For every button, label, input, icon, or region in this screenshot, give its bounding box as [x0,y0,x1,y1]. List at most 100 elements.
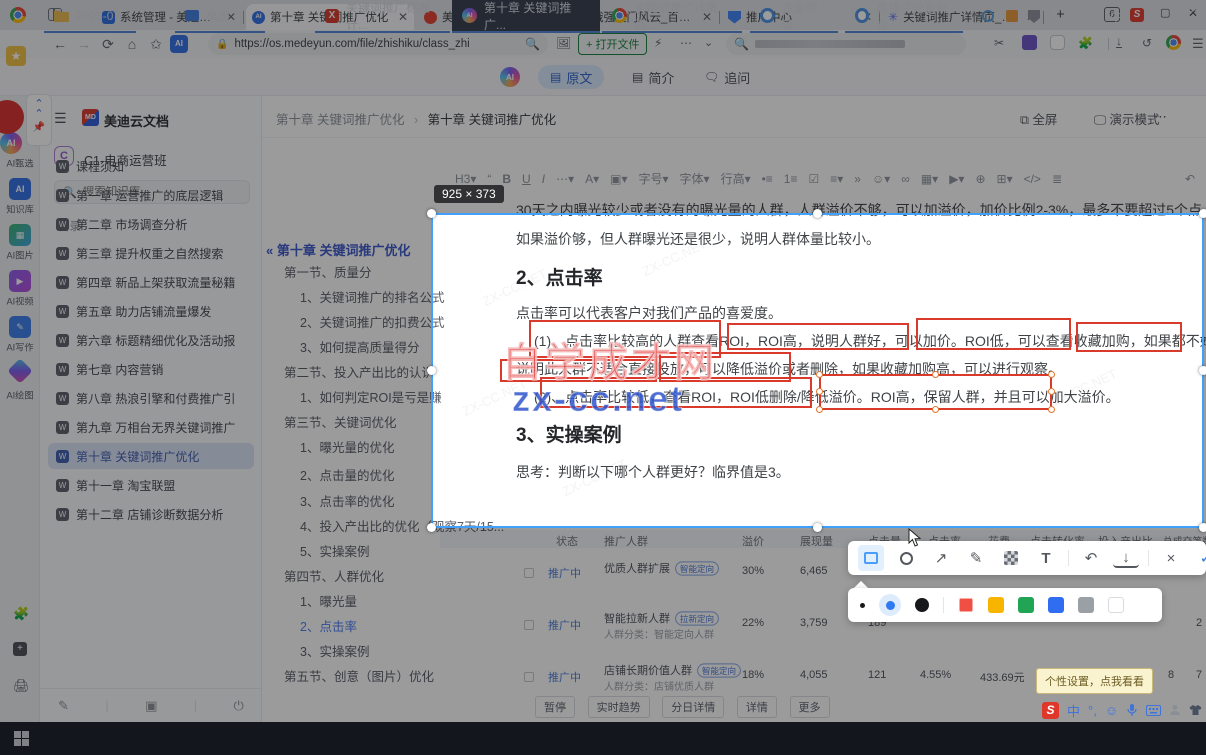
rail-plus-box-icon[interactable]: + [13,642,27,656]
rail-puzzle-icon[interactable]: 🧩 [13,606,29,622]
history-icon[interactable]: ↺ [1142,36,1152,50]
bold-icon[interactable]: B [502,172,511,186]
sidebar-item-ch5[interactable]: W 第五章 助力店铺流量爆发 [48,298,254,324]
hamburger-icon[interactable]: ☰ [54,110,67,127]
nav-item-sec1[interactable]: 第一节、质量分 [284,262,372,281]
quote-icon[interactable]: “ [487,172,491,186]
presentation-mode-button[interactable]: 🖵 演示模式 [1094,109,1160,128]
taskbar-item-wecom[interactable]: 企业微信 [750,0,838,33]
start-button-icon[interactable] [14,731,29,746]
lightning-icon[interactable]: ⚡ [654,36,662,50]
collapse-nav-icon[interactable]: « [266,243,273,258]
col-audience[interactable]: 推广人群 [604,533,648,549]
forward-icon[interactable]: → [72,36,96,52]
undo-tool[interactable]: ↶ [1078,545,1104,571]
reload-icon[interactable]: ⟳ [96,36,120,53]
font-size-menu[interactable]: 字号▾ [639,170,669,187]
nav-item[interactable]: 1、关键词推广的排名公式 [300,287,444,306]
link-icon[interactable]: ∞ [901,172,910,186]
color-white[interactable] [1108,597,1124,613]
heading-style-icon[interactable]: H3▾ [455,172,476,186]
more-actions-button[interactable]: ⋯ [1154,109,1167,125]
profile-avatar-icon[interactable] [1166,35,1181,50]
capture-handle-se[interactable] [1199,523,1206,532]
nav-item[interactable]: 2、点击量的优化 [300,465,394,484]
mosaic-tool[interactable] [998,545,1024,571]
bookmark-icon[interactable]: ✩ [144,36,168,53]
rail-item-ai-drawing[interactable]: AI绘图 [0,358,40,402]
scissors-icon[interactable]: ✂ [994,36,1004,50]
arrow-tool[interactable]: ↗ [928,545,954,571]
tray-volume-icon[interactable] [1092,10,1104,22]
capture-handle-w[interactable] [427,365,436,375]
nav-item-sec5[interactable]: 第五节、创意（图片）优化 [284,666,434,685]
back-icon[interactable]: ← [48,36,72,52]
address-bar[interactable]: 🔒 https://os.medeyun.com/file/zhishiku/c… [208,33,548,55]
sidebar-collapse-widget[interactable]: ⌃ ⌃ 📌 [26,94,52,146]
nav-item-active-ctr[interactable]: 2、点击率 [300,616,357,635]
sidebar-item-ch1[interactable]: W 第一章 运营推广的底层逻辑 [48,182,254,208]
numbered-list-icon[interactable]: 1≡ [784,172,798,186]
nav-item[interactable]: 3、点击率的优化 [300,491,394,510]
sidebar-item-ch12[interactable]: W 第十二章 店铺诊断数据分析 [48,501,254,527]
breadcrumb-parent[interactable]: 第十章 关键词推广优化 [276,113,404,127]
line-height-menu[interactable]: 行高▾ [721,170,751,187]
cell-audience[interactable]: 优质人群扩展 智能定向 [604,560,720,576]
sidebar-item-ch11[interactable]: W 第十一章 淘宝联盟 [48,472,254,498]
capture-selection-region[interactable] [427,209,1206,532]
capture-handle-e[interactable] [1199,365,1206,375]
fullscreen-button[interactable]: ⧉ 全屏 [1020,109,1057,128]
row-checkbox[interactable] [524,568,534,578]
chapter-nav-title[interactable]: « 第十章 关键词推广优化 [266,240,410,259]
color-green[interactable] [1018,597,1034,613]
emoji-icon[interactable]: ☺▾ [872,172,890,186]
col-status[interactable]: 状态 [556,533,578,549]
underline-icon[interactable]: U [522,172,531,186]
taskbar-item-spreadsheet[interactable]: X 关键词推广标准计... [315,0,450,33]
video-insert-icon[interactable]: ▶▾ [949,172,964,186]
tab-original[interactable]: ▤ 原文 [538,65,605,89]
toolbar-search-box[interactable]: 🔍 [726,33,966,55]
home-icon[interactable]: ⌂ [120,36,144,52]
sidebar-item-ch8[interactable]: W 第八章 热浪引擎和付费推广引 [48,385,254,411]
sidebar-item-ch7[interactable]: W 第七章 内容营销 [48,356,254,382]
sidebar-item-ch2[interactable]: W 第二章 市场调查分析 [48,211,254,237]
color-gray[interactable] [1078,597,1094,613]
stroke-size-small[interactable] [860,602,865,608]
tray-display-icon[interactable] [1070,10,1084,22]
col-premium[interactable]: 溢价 [742,533,764,549]
ime-mic-icon[interactable] [1126,703,1138,717]
indent-icon[interactable]: » [854,172,861,186]
ime-skin-shirt-icon[interactable] [1189,704,1202,716]
sidebar-item-ch6[interactable]: W 第六章 标题精细优化及活动报 [48,327,254,353]
more-format-icon[interactable]: ⋯▾ [556,172,574,186]
cell-audience[interactable]: 智能拉新人群 拉新定向 人群分类：智能定向人群 [604,610,720,641]
ellipse-tool[interactable] [893,545,919,571]
bullet-list-icon[interactable]: •≡ [762,172,773,186]
download-icon[interactable]: ↓ [1116,35,1122,48]
tray-sogou-icon[interactable]: S [1130,8,1144,22]
purple-extension-icon[interactable] [1022,35,1037,50]
stroke-size-medium-selected[interactable] [879,594,901,616]
capture-handle-sw[interactable] [427,523,436,532]
open-file-button[interactable]: + 打开文件 [578,33,648,55]
taskbar-item-desktop[interactable]: 桌面 [175,0,265,33]
ime-punctuation-icon[interactable]: °, [1088,703,1097,718]
pause-button[interactable]: 暂停 [535,696,575,718]
ime-keyboard-icon[interactable] [1146,704,1162,716]
code-icon[interactable]: </> [1024,172,1041,186]
daily-detail-button[interactable]: 分日详情 [662,696,725,718]
tray-mic-icon[interactable] [1050,10,1060,23]
attachment-icon[interactable]: ⊕ [975,172,985,186]
menu-icon[interactable]: ☰ [1192,36,1204,52]
tray-ime-mode-icon[interactable]: 中 [1110,8,1122,25]
row-checkbox[interactable] [524,672,534,682]
archive-icon[interactable]: ▣ [145,698,157,714]
rail-item-knowledge[interactable]: AI 知识库 [0,178,40,216]
color-blue[interactable] [1048,597,1064,613]
undo-icon[interactable]: ↶ [1185,172,1195,186]
taskbar-item-doc-active[interactable]: AI 第十章 关键词推广... [452,0,600,33]
nav-item[interactable]: 1、曝光量的优化 [300,437,394,456]
ime-user-icon[interactable] [1169,704,1181,716]
edit-icon[interactable]: ✎ [58,698,69,714]
